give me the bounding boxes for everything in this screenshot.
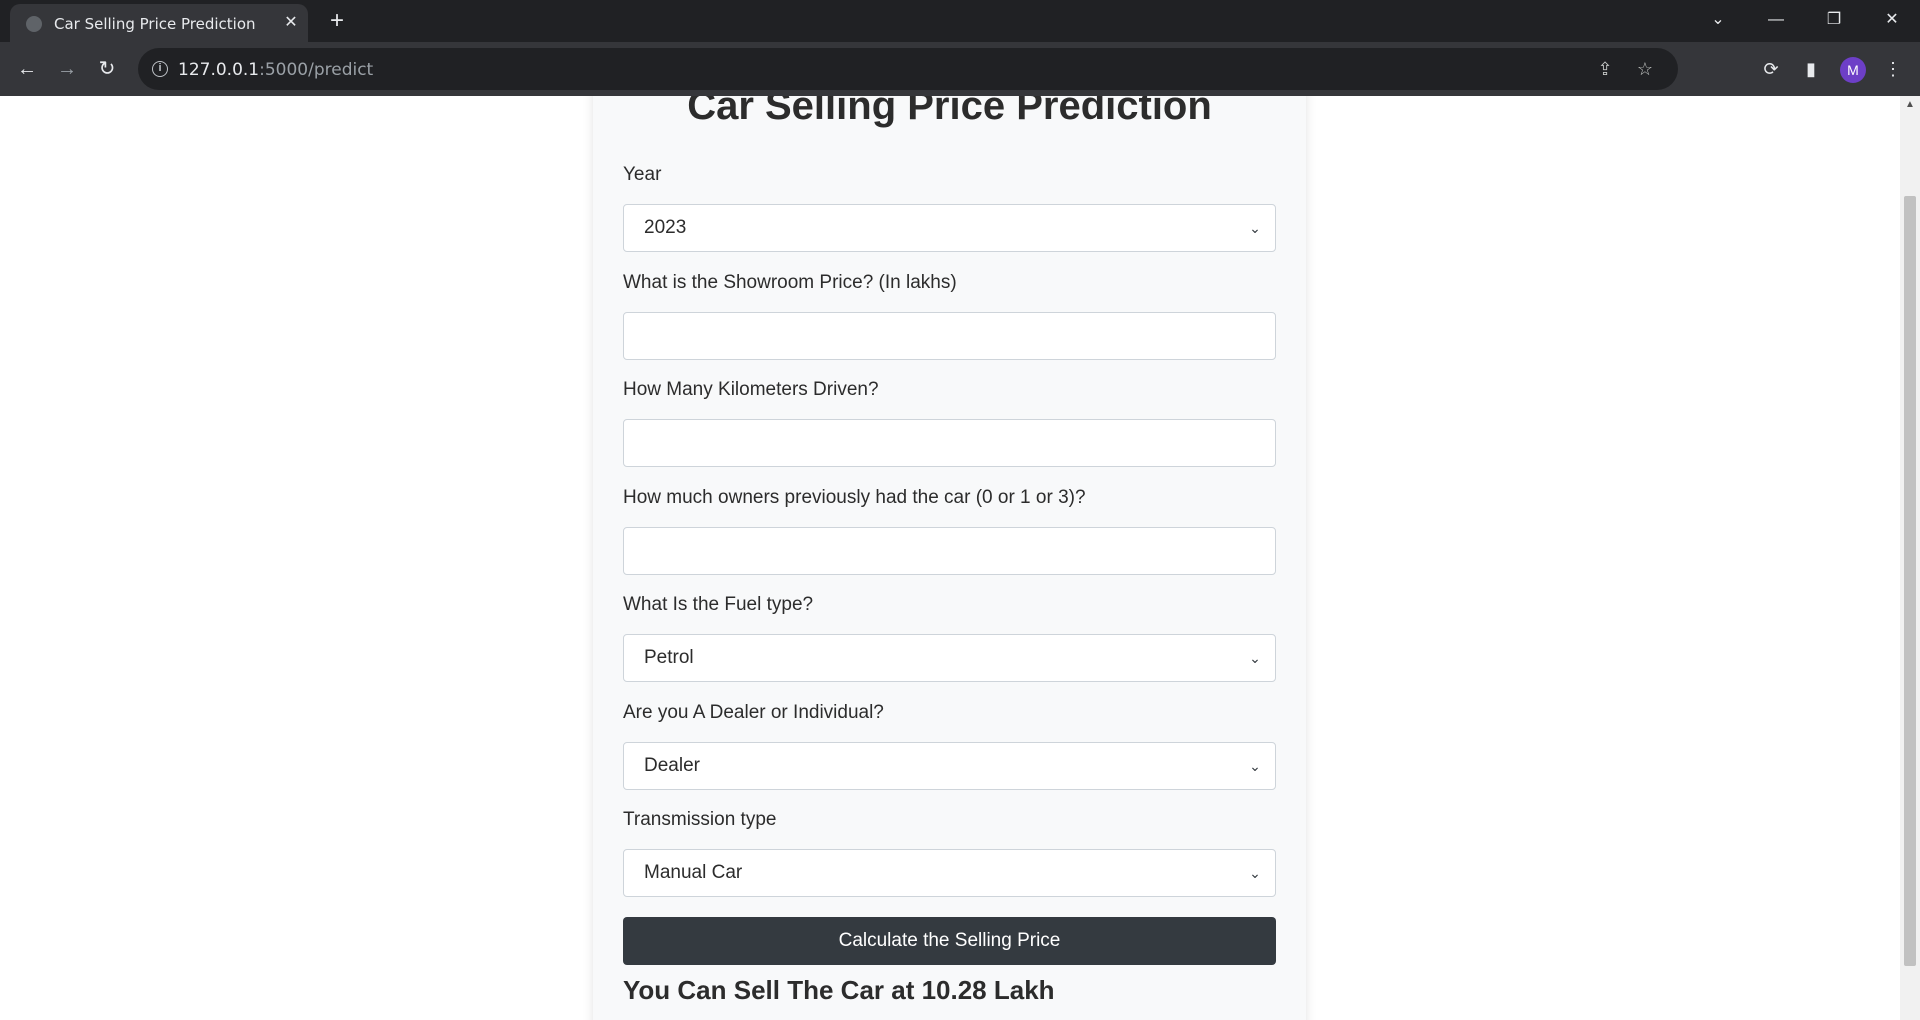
owners-input[interactable] [644, 528, 1275, 574]
forward-arrow-icon[interactable]: → [50, 52, 84, 86]
tab-strip: Car Selling Price Prediction ✕ + ⌄ — ❐ ✕ [0, 0, 1920, 42]
seller-type-select[interactable]: Dealer ⌄ [623, 742, 1276, 790]
url-text[interactable]: 127.0.0.1:5000/predict [178, 60, 373, 80]
url-host: 127.0.0.1 [178, 60, 260, 80]
globe-icon [26, 16, 42, 32]
transmission-select[interactable]: Manual Car ⌄ [623, 849, 1276, 897]
scrollbar-thumb[interactable] [1904, 196, 1916, 966]
close-tab-icon[interactable]: ✕ [280, 12, 302, 34]
new-tab-button[interactable]: + [324, 8, 350, 34]
page-title: Car Selling Price Prediction [687, 96, 1212, 128]
page-viewport: Car Selling Price Prediction Year 2023 ⌄… [0, 96, 1900, 1020]
fuel-type-value: Petrol [644, 647, 694, 668]
vertical-scrollbar[interactable]: ▲ [1900, 96, 1920, 1020]
showroom-price-field[interactable] [623, 312, 1276, 360]
fuel-type-label: What Is the Fuel type? [623, 594, 814, 615]
owners-field[interactable] [623, 527, 1276, 575]
extension-icon[interactable]: ⟳ [1758, 56, 1784, 82]
showroom-price-label: What is the Showroom Price? (In lakhs) [623, 272, 957, 293]
info-icon[interactable]: i [152, 61, 168, 77]
browser-toolbar: ← → ↻ i 127.0.0.1:5000/predict ⇪ ☆ ⟳ ▮ M… [0, 42, 1920, 96]
year-select-value: 2023 [644, 217, 687, 238]
seller-type-value: Dealer [644, 755, 700, 776]
profile-avatar[interactable]: M [1840, 57, 1866, 83]
tab-title: Car Selling Price Prediction [54, 15, 256, 33]
back-arrow-icon[interactable]: ← [10, 52, 44, 86]
chevron-down-icon: ⌄ [1249, 650, 1261, 666]
chevron-down-icon: ⌄ [1249, 865, 1261, 881]
browser-tab[interactable]: Car Selling Price Prediction ✕ [10, 4, 308, 42]
transmission-label: Transmission type [623, 809, 777, 830]
showroom-price-input[interactable] [644, 313, 1275, 359]
form-card: Car Selling Price Prediction Year 2023 ⌄… [593, 96, 1306, 1020]
kebab-menu-icon[interactable]: ⋮ [1880, 56, 1906, 82]
seller-type-label: Are you A Dealer or Individual? [623, 702, 884, 723]
close-window-icon[interactable]: ✕ [1872, 4, 1912, 36]
star-icon[interactable]: ☆ [1634, 58, 1656, 80]
chevron-down-icon: ⌄ [1249, 758, 1261, 774]
kilometers-label: How Many Kilometers Driven? [623, 379, 879, 400]
calculate-button[interactable]: Calculate the Selling Price [623, 917, 1276, 965]
share-icon[interactable]: ⇪ [1594, 58, 1616, 80]
owners-label: How much owners previously had the car (… [623, 487, 1086, 508]
restore-icon[interactable]: ❐ [1814, 4, 1854, 36]
year-label: Year [623, 164, 662, 185]
url-path: :5000/predict [259, 60, 374, 80]
fuel-type-select[interactable]: Petrol ⌄ [623, 634, 1276, 682]
prediction-result: You Can Sell The Car at 10.28 Lakh [623, 975, 1055, 1005]
side-panel-icon[interactable]: ▮ [1798, 56, 1824, 82]
reload-icon[interactable]: ↻ [90, 52, 124, 86]
minimize-icon[interactable]: — [1756, 4, 1796, 36]
year-select[interactable]: 2023 ⌄ [623, 204, 1276, 252]
kilometers-field[interactable] [623, 419, 1276, 467]
kilometers-input[interactable] [644, 420, 1275, 466]
tab-search-icon[interactable]: ⌄ [1698, 4, 1738, 36]
chevron-down-icon: ⌄ [1249, 220, 1261, 236]
address-bar[interactable]: i 127.0.0.1:5000/predict ⇪ ☆ [138, 48, 1678, 90]
transmission-value: Manual Car [644, 862, 743, 883]
scroll-up-arrow-icon[interactable]: ▲ [1904, 100, 1916, 110]
